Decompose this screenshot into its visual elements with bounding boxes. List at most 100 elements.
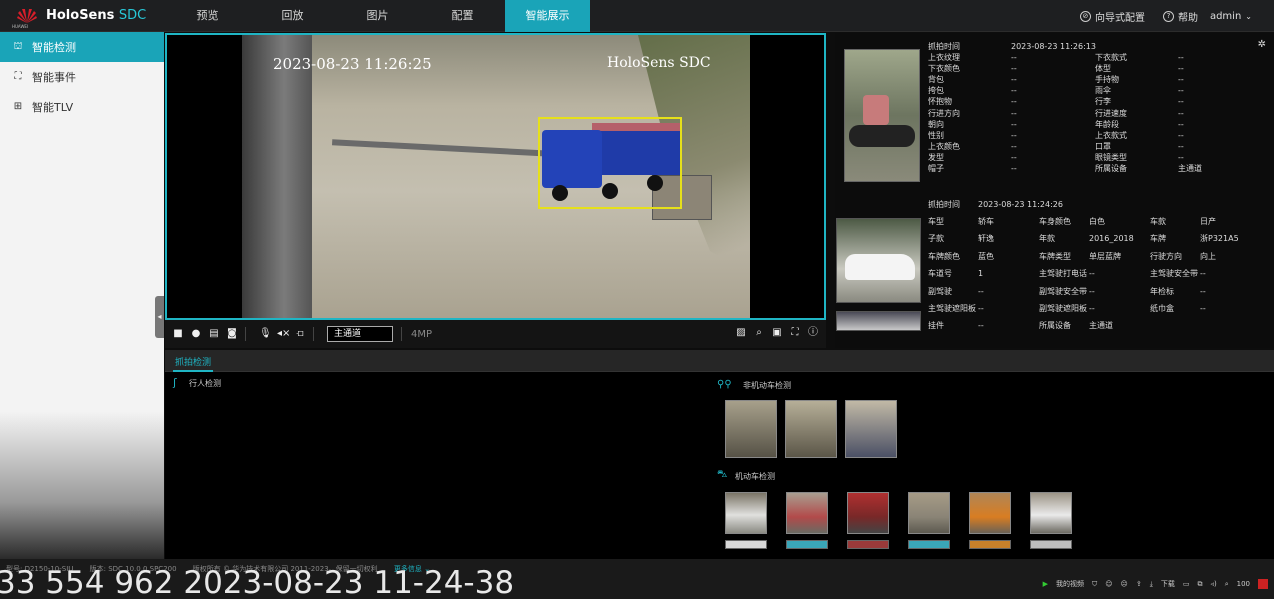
window-icon[interactable]: ▣ (772, 328, 782, 338)
person-attr-label: 挎包 (928, 86, 944, 96)
vehicle-time-value: 2023-08-23 11:24:26 (978, 200, 1063, 209)
nav-playback[interactable]: 回放 (250, 0, 335, 32)
vehicle-attr-value: 日产 (1200, 217, 1216, 226)
copy-icon[interactable]: ⧉ (1197, 580, 1202, 589)
capture-tabbar: 抓拍检测 (165, 350, 1274, 372)
nav-pictures[interactable]: 图片 (335, 0, 420, 32)
nav-config[interactable]: 配置 (420, 0, 505, 32)
volume-icon[interactable]: ◃) (1210, 580, 1216, 588)
help-link[interactable]: 帮助 (1178, 9, 1198, 24)
plate-snapshot[interactable] (836, 311, 921, 331)
sidebar-item-events[interactable]: ⛶ 智能事件 (0, 62, 164, 92)
vehicle-attr-label: 年款 (1039, 234, 1055, 244)
person-attr-label: 下衣款式 (1095, 53, 1127, 62)
gear-icon[interactable]: ✲ (1258, 39, 1266, 50)
nonmotor-snapshot[interactable] (785, 400, 837, 458)
person-time-value: 2023-08-23 11:26:13 (1011, 42, 1096, 51)
vehicle-snapshot[interactable] (836, 218, 921, 303)
vehicle-attr-value: 2016_2018 (1089, 234, 1134, 244)
vehicle-attr-value: 单层蓝牌 (1089, 251, 1121, 261)
save-icon[interactable]: ▤ (209, 329, 219, 339)
nonmotor-snapshot[interactable] (725, 400, 777, 458)
sidebar-item-tlv[interactable]: ⊞ 智能TLV (0, 92, 164, 122)
channel-select[interactable]: 主通道 (327, 326, 393, 342)
person-attr-label: 雨伞 (1095, 86, 1111, 96)
motor-snapshot[interactable] (847, 492, 889, 534)
mask-icon[interactable]: ☹ (1121, 580, 1128, 588)
mic-off-icon[interactable]: 🎙 (259, 329, 272, 339)
mask-icon[interactable]: ☺ (1105, 580, 1112, 588)
bicycle-icon: ⚲⚲ (717, 379, 732, 390)
vehicle-attr-value: -- (1200, 304, 1206, 313)
image-icon[interactable]: ▨ (736, 328, 746, 338)
vehicle-attr-label: 副驾驶 (928, 286, 952, 296)
vehicle-attr-value: 轩逸 (978, 234, 994, 244)
fullscreen-icon[interactable]: ⛶ (790, 328, 800, 338)
share-icon[interactable]: ⇪ (1136, 580, 1142, 588)
person-walk-icon: ʃ (173, 376, 177, 389)
info-icon[interactable]: ⓘ (808, 328, 818, 338)
user-menu[interactable]: admin (1210, 11, 1241, 22)
top-bar: HoloSens SDC HUAWEI 预览 回放 图片 配置 智能展示 ⊘ 向… (0, 0, 1274, 32)
sidebar-item-detection[interactable]: ⛫ 智能检测 (0, 32, 164, 62)
person-attr-label: 行进方向 (928, 108, 960, 118)
top-right-links: ⊘ 向导式配置 ? 帮助 admin ⌄ (1079, 0, 1252, 32)
person-attr-label: 下衣颜色 (928, 64, 960, 74)
nonmotor-snapshot[interactable] (845, 400, 897, 458)
nav-intelligent-display[interactable]: 智能展示 (505, 0, 590, 32)
motor-snapshot[interactable] (969, 492, 1011, 534)
download-icon[interactable]: ⤓ (1150, 580, 1153, 589)
tab-capture-detection[interactable]: 抓拍检测 (175, 355, 211, 368)
vehicle-attr-label: 纸巾盒 (1150, 304, 1174, 313)
sidebar-collapse-handle[interactable]: ◂ (155, 296, 164, 338)
vehicle-attr-value: -- (978, 304, 984, 313)
person-attr-label: 朝向 (928, 119, 944, 129)
person-attr-label: 行进速度 (1095, 108, 1127, 118)
nav-preview[interactable]: 预览 (165, 0, 250, 32)
motor-snapshot[interactable] (908, 492, 950, 534)
capture-info-panel: ✲ 抓拍时间 2023-08-23 11:26:13 上衣纹理 -- 下衣颜色 -- 背包 -… (835, 33, 1274, 348)
person-attr-value: -- (1178, 97, 1184, 107)
motor-snapshot[interactable] (786, 492, 828, 534)
building-wall (242, 35, 312, 318)
vehicle-attr-value: -- (1089, 304, 1095, 313)
snapshot-icon[interactable]: ◙ (227, 329, 237, 339)
play-icon[interactable]: ▶ (1043, 580, 1048, 588)
vehicle-attr-label: 副驾驶安全带 (1039, 286, 1087, 296)
sidebar: ⛫ 智能检测 ⛶ 智能事件 ⊞ 智能TLV (0, 32, 164, 559)
crop-icon[interactable]: ⟤ (295, 329, 305, 339)
record-icon[interactable]: ● (191, 329, 201, 339)
person-attr-value: -- (1011, 164, 1017, 173)
window-icon[interactable]: ▭ (1183, 580, 1190, 588)
vehicle-attr-label: 车牌 (1150, 234, 1166, 244)
motor-snapshot[interactable] (725, 492, 767, 534)
download-link[interactable]: 下载 (1161, 579, 1175, 589)
vehicle-attr-value: 白色 (1089, 217, 1105, 226)
person-attr-value: -- (1011, 108, 1017, 118)
motor-snapshot[interactable] (1030, 492, 1072, 534)
motor-plate (847, 540, 889, 549)
chevron-down-icon[interactable]: ⌄ (1245, 12, 1252, 21)
person-scan-icon: ⛶ (14, 71, 22, 82)
vehicle-attr-label: 副驾驶遮阳板 (1039, 304, 1087, 313)
wizard-config-link[interactable]: 向导式配置 (1095, 9, 1145, 24)
search-icon[interactable]: ⌕ (1225, 580, 1229, 589)
stop-icon[interactable]: ■ (173, 329, 183, 339)
vehicle-attr-value: -- (1089, 286, 1095, 296)
zoom-icon[interactable]: ⌕ (754, 328, 764, 338)
my-video-link[interactable]: 我的视频 (1056, 579, 1084, 589)
vehicle-attr-label: 所属设备 (1039, 321, 1071, 331)
person-snapshot[interactable] (844, 49, 920, 182)
person-attr-value: -- (1178, 108, 1184, 118)
shield-icon[interactable]: ⛉ (1092, 580, 1097, 589)
person-attr-label: 上衣纹理 (928, 53, 960, 62)
stop-record-icon[interactable] (1258, 579, 1268, 589)
sidebar-item-label: 智能TLV (32, 101, 74, 114)
person-attr-label: 性别 (928, 130, 944, 140)
person-attr-value: -- (1178, 130, 1184, 140)
mute-icon[interactable]: ◂× (277, 329, 290, 339)
car-icon: ⛍ (717, 469, 728, 480)
person-attr-value: -- (1011, 53, 1017, 62)
person-time-label: 抓拍时间 (928, 42, 960, 51)
live-video[interactable]: 2023-08-23 11:26:25 HoloSens SDC (165, 33, 826, 320)
